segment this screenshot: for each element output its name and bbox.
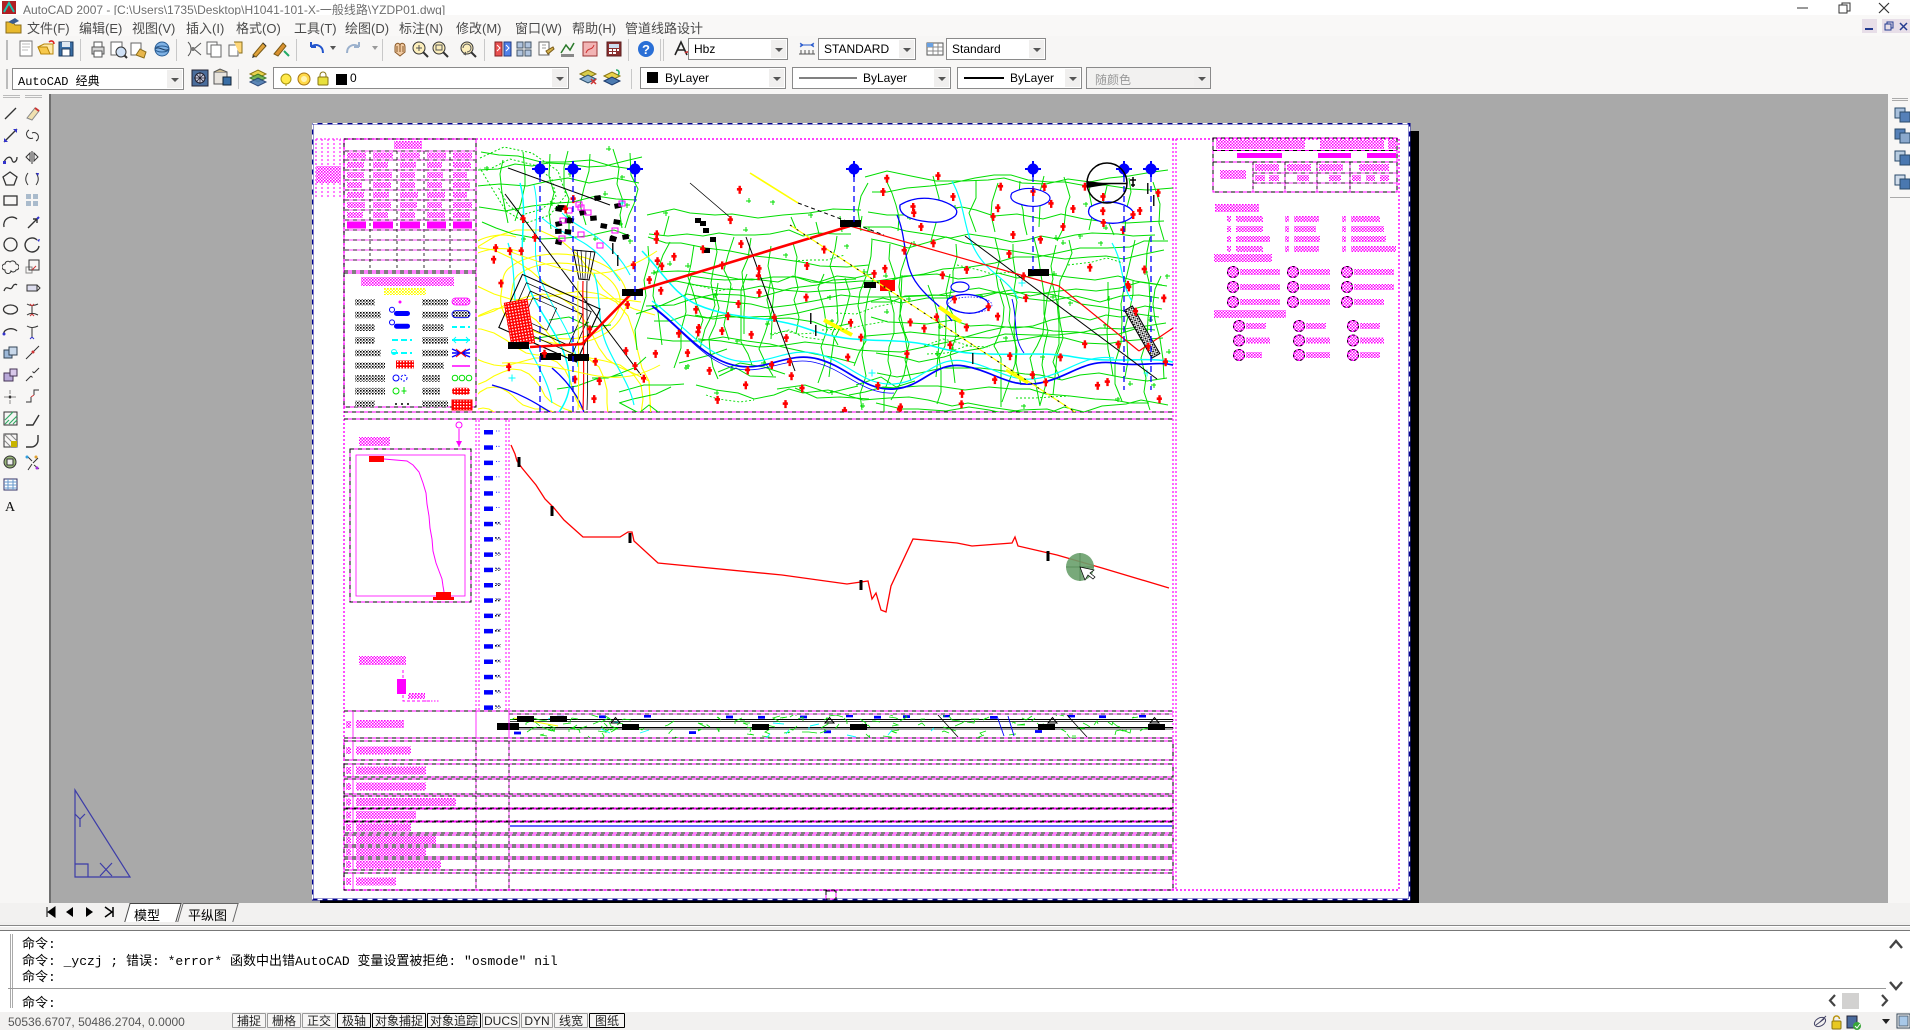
svg-text:A: A (5, 500, 16, 514)
svg-text:?: ? (642, 42, 650, 57)
